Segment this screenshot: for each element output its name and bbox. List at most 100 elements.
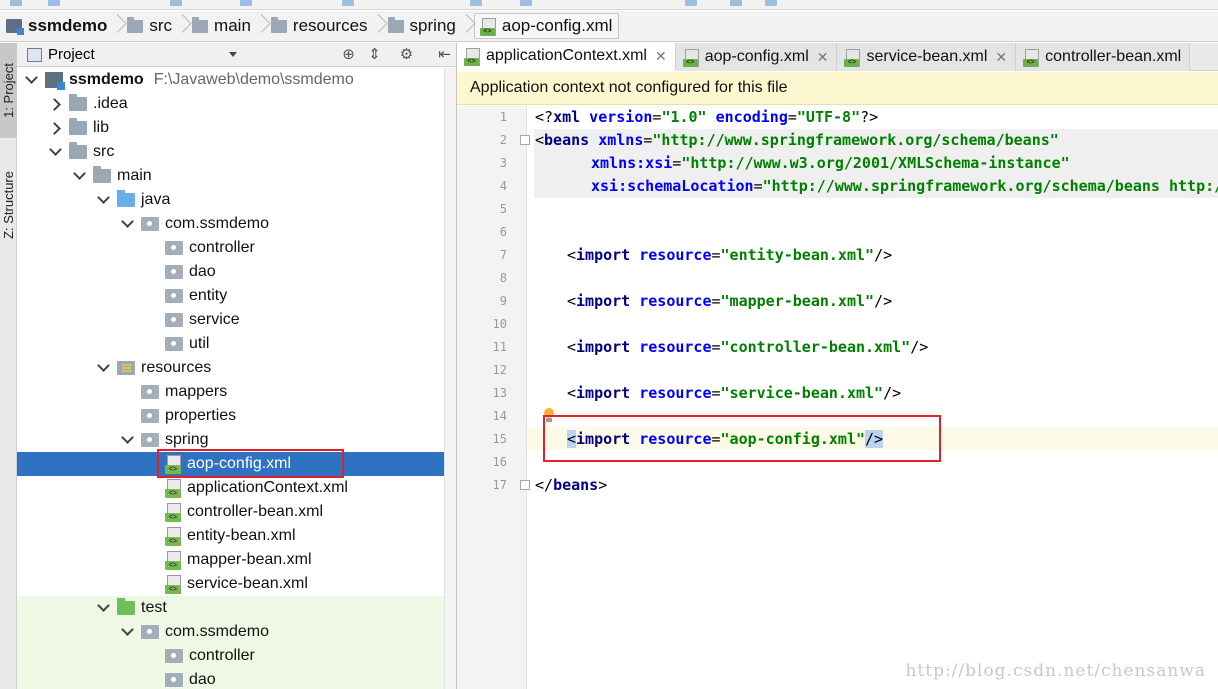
expand-arrow-icon[interactable]	[95, 600, 111, 616]
tree-node-entity-bean-xml[interactable]: entity-bean.xml	[17, 524, 444, 548]
expand-arrow-icon[interactable]	[95, 192, 111, 208]
editor-tabs: applicationContext.xml✕ aop-config.xml✕ …	[457, 43, 1218, 71]
locate-icon[interactable]: ⊕	[341, 47, 356, 62]
package-icon	[165, 673, 183, 687]
breadcrumb-item-main[interactable]: main	[190, 11, 269, 41]
tree-node-test-dao[interactable]: dao	[17, 668, 444, 689]
breadcrumb-item-ssmdemo[interactable]: ssmdemo	[4, 11, 125, 41]
toolbar-icon[interactable]	[685, 0, 697, 6]
xml-file-icon	[1023, 48, 1040, 67]
expand-arrow-icon[interactable]	[119, 624, 135, 640]
left-tool-strip: 1: Project Z: Structure	[0, 43, 17, 689]
fold-marker-icon[interactable]	[520, 480, 530, 490]
breadcrumb-item-src[interactable]: src	[125, 11, 190, 41]
tree-node-lib[interactable]: lib	[17, 116, 444, 140]
toolbar-icon[interactable]	[10, 0, 22, 6]
tree-node-mappers[interactable]: mappers	[17, 380, 444, 404]
breadcrumb-item-spring[interactable]: spring	[386, 11, 474, 41]
package-icon	[165, 313, 183, 327]
line-number: 4	[499, 179, 507, 193]
breadcrumb-item-aop-config[interactable]: aop-config.xml	[473, 13, 620, 39]
folder-icon	[69, 94, 87, 111]
expand-arrow-icon[interactable]	[47, 144, 63, 160]
tree-node-mapper-bean-xml[interactable]: mapper-bean.xml	[17, 548, 444, 572]
xml-file-icon	[165, 574, 181, 594]
hide-icon[interactable]: ⇤	[437, 47, 452, 62]
code-line-17: </beans>	[535, 476, 608, 494]
expand-arrow-icon[interactable]	[119, 216, 135, 232]
toolbar-icon[interactable]	[730, 0, 742, 6]
folder-icon	[93, 166, 111, 183]
toolbar-icon[interactable]	[240, 0, 252, 6]
expand-arrow-icon[interactable]	[71, 168, 87, 184]
toolbar-icon[interactable]	[48, 0, 60, 6]
code-line-3: xmlns:xsi="http://www.w3.org/2001/XMLSch…	[591, 154, 1070, 172]
breadcrumb-item-resources[interactable]: resources	[269, 11, 386, 41]
line-number: 17	[492, 478, 507, 492]
tree-node-util[interactable]: util	[17, 332, 444, 356]
resources-folder-icon	[117, 361, 135, 375]
tab-applicationcontext-xml[interactable]: applicationContext.xml✕	[457, 43, 676, 71]
project-view-selector[interactable]: Project	[48, 46, 95, 63]
close-icon[interactable]: ✕	[995, 49, 1007, 66]
breadcrumb: ssmdemo src main resources spring aop-co…	[0, 11, 1218, 42]
tree-node-controller[interactable]: controller	[17, 236, 444, 260]
tree-node-src[interactable]: src	[17, 140, 444, 164]
annotation-box-editor	[543, 415, 941, 462]
tree-scrollbar[interactable]	[444, 68, 456, 689]
structure-tool-tab[interactable]: Z: Structure	[0, 155, 17, 255]
tab-service-bean-xml[interactable]: service-bean.xml✕	[837, 43, 1017, 71]
tree-node-test[interactable]: test	[17, 596, 444, 620]
tree-node-service-bean-xml[interactable]: service-bean.xml	[17, 572, 444, 596]
tree-node-java[interactable]: java	[17, 188, 444, 212]
package-icon	[141, 625, 159, 639]
chevron-down-icon[interactable]	[229, 52, 237, 57]
tab-controller-bean-xml[interactable]: controller-bean.xml	[1016, 43, 1191, 71]
line-number: 9	[499, 294, 507, 308]
tree-node-main[interactable]: main	[17, 164, 444, 188]
tree-node-test-controller[interactable]: controller	[17, 644, 444, 668]
expand-arrow-icon[interactable]	[47, 96, 63, 112]
tree-node-idea[interactable]: .idea	[17, 92, 444, 116]
gear-icon[interactable]: ⚙	[399, 47, 414, 62]
package-icon	[165, 241, 183, 255]
code-line-2: <beans xmlns="http://www.springframework…	[535, 131, 1059, 149]
tree-node-applicationcontext-xml[interactable]: applicationContext.xml	[17, 476, 444, 500]
expand-arrow-icon[interactable]	[95, 360, 111, 376]
line-number: 1	[499, 110, 507, 124]
collapse-all-icon[interactable]: ⇕	[367, 47, 382, 62]
line-number: 13	[492, 386, 507, 400]
close-icon[interactable]: ✕	[817, 49, 829, 66]
tree-node-com-ssmdemo[interactable]: com.ssmdemo	[17, 212, 444, 236]
tree-node-test-com-ssmdemo[interactable]: com.ssmdemo	[17, 620, 444, 644]
line-number: 16	[492, 455, 507, 469]
folder-icon	[127, 16, 144, 33]
toolbar-icon[interactable]	[342, 0, 354, 6]
tree-node-resources[interactable]: resources	[17, 356, 444, 380]
expand-arrow-icon[interactable]	[23, 72, 39, 88]
xml-file-icon	[165, 526, 181, 546]
project-tool-tab[interactable]: 1: Project	[0, 43, 17, 138]
package-icon	[165, 649, 183, 663]
expand-arrow-icon[interactable]	[119, 432, 135, 448]
tab-aop-config-xml[interactable]: aop-config.xml✕	[675, 43, 838, 71]
toolbar-icon[interactable]	[765, 0, 777, 6]
tree-node-controller-bean-xml[interactable]: controller-bean.xml	[17, 500, 444, 524]
xml-file-icon	[165, 502, 181, 522]
toolbar-icon[interactable]	[520, 0, 532, 6]
module-icon	[6, 19, 24, 35]
close-icon[interactable]: ✕	[655, 48, 667, 65]
tree-node-service[interactable]: service	[17, 308, 444, 332]
xml-file-icon	[479, 17, 496, 36]
package-icon	[165, 265, 183, 279]
fold-marker-icon[interactable]	[520, 135, 530, 145]
xml-file-icon	[682, 48, 699, 67]
tree-node-dao[interactable]: dao	[17, 260, 444, 284]
toolbar-icon[interactable]	[470, 0, 482, 6]
tree-node-ssmdemo[interactable]: ssmdemo F:\Javaweb\demo\ssmdemo	[17, 68, 444, 92]
tree-node-entity[interactable]: entity	[17, 284, 444, 308]
tree-node-properties[interactable]: properties	[17, 404, 444, 428]
expand-arrow-icon[interactable]	[47, 120, 63, 136]
main-toolbar	[0, 0, 1218, 10]
toolbar-icon[interactable]	[170, 0, 182, 6]
